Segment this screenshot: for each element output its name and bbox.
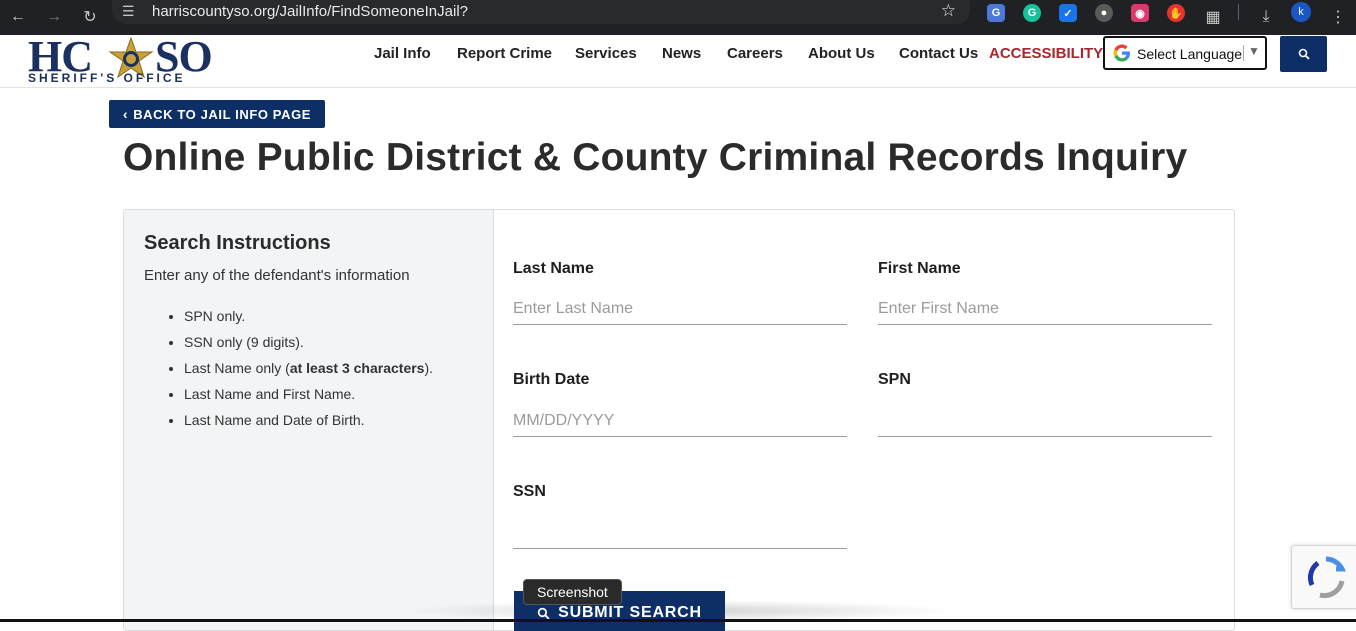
site-search-button[interactable] <box>1280 36 1327 72</box>
instructions-intro: Enter any of the defendant's information <box>144 267 410 284</box>
back-button-label: BACK TO JAIL INFO PAGE <box>133 106 312 122</box>
search-instructions-panel: Search Instructions Enter any of the def… <box>124 210 494 630</box>
extensions-puzzle-icon[interactable]: ▦ <box>1199 3 1227 31</box>
grammarly-extension-icon[interactable]: G <box>1023 4 1041 22</box>
ssn-label: SSN <box>513 483 546 500</box>
instruction-text: SPN only. <box>184 308 246 324</box>
instructions-list: SPN only. SSN only (9 digits). Last Name… <box>144 306 433 436</box>
language-select-label: Select Language <box>1137 46 1243 62</box>
instruction-emphasis: at least 3 characters <box>289 360 425 376</box>
instruction-text: Last Name and First Name. <box>184 386 356 402</box>
nav-contact-us[interactable]: Contact Us <box>899 45 978 62</box>
back-to-jail-info-button[interactable]: ‹ BACK TO JAIL INFO PAGE <box>109 100 325 128</box>
last-name-input[interactable] <box>513 294 847 325</box>
google-g-icon <box>1113 44 1130 62</box>
nav-services[interactable]: Services <box>575 45 637 62</box>
nav-jail-info[interactable]: Jail Info <box>374 45 431 62</box>
language-select-divider <box>1243 45 1244 61</box>
forward-arrow-icon[interactable]: → <box>40 3 68 31</box>
site-header: HC SO SHERIFF'S OFFICE Jail Info Report … <box>0 32 1356 88</box>
translate-extension-icon[interactable]: G <box>987 4 1005 22</box>
stop-extension-icon[interactable]: ✋ <box>1167 4 1185 22</box>
reload-icon[interactable]: ↻ <box>76 3 104 31</box>
instruction-text: Last Name only ( <box>184 360 290 376</box>
menu-kebab-icon[interactable]: ⋮ <box>1324 3 1352 31</box>
page-title: Online Public District & County Criminal… <box>123 136 1188 179</box>
list-item: Last Name and First Name. <box>184 384 433 410</box>
logo-subtitle: SHERIFF'S OFFICE <box>28 71 186 85</box>
profile-avatar[interactable]: k <box>1291 2 1311 22</box>
instruction-text: ). <box>424 360 434 376</box>
recaptcha-badge[interactable] <box>1291 545 1356 609</box>
first-name-label: First Name <box>878 260 961 277</box>
instruction-text: SSN only (9 digits). <box>184 334 304 350</box>
screenshot-tooltip: Screenshot <box>523 579 622 605</box>
recaptcha-icon <box>1307 556 1347 598</box>
bookmark-star-icon[interactable]: ☆ <box>941 1 956 21</box>
nav-accessibility[interactable]: ACCESSIBILITY <box>989 45 1103 62</box>
nav-about-us[interactable]: About Us <box>808 45 875 62</box>
spn-label: SPN <box>878 371 911 388</box>
chevron-left-icon: ‹ <box>122 106 129 122</box>
site-settings-icon[interactable]: ☰ <box>122 3 135 20</box>
toolbar-divider <box>1238 4 1239 20</box>
list-item: SPN only. <box>184 306 433 332</box>
list-item: Last Name only (at least 3 characters). <box>184 358 433 384</box>
instruction-text: Last Name and Date of Birth. <box>184 412 365 428</box>
back-arrow-icon[interactable]: ← <box>4 3 32 31</box>
birth-date-input[interactable] <box>513 406 847 437</box>
language-select[interactable]: Select Language ▼ <box>1103 36 1267 70</box>
nav-careers[interactable]: Careers <box>727 45 783 62</box>
list-item: Last Name and Date of Birth. <box>184 410 433 436</box>
hcso-logo[interactable]: HC SO SHERIFF'S OFFICE <box>28 32 224 85</box>
checkmark-extension-icon[interactable]: ✓ <box>1059 4 1077 22</box>
download-icon[interactable]: ⤓ <box>1252 3 1280 31</box>
instructions-heading: Search Instructions <box>144 232 331 254</box>
search-icon <box>1298 48 1310 60</box>
nav-news[interactable]: News <box>662 45 701 62</box>
url-text: harriscountyso.org/JailInfo/FindSomeoneI… <box>152 3 469 20</box>
ssn-input[interactable] <box>513 518 847 549</box>
last-name-label: Last Name <box>513 260 594 277</box>
hand-extension-icon[interactable]: ● <box>1095 4 1113 22</box>
list-item: SSN only (9 digits). <box>184 332 433 358</box>
camera-extension-icon[interactable]: ◉ <box>1131 4 1149 22</box>
birth-date-label: Birth Date <box>513 371 590 388</box>
browser-toolbar: ← → ↻ ☰ harriscountyso.org/JailInfo/Find… <box>0 0 1356 35</box>
dropdown-arrow-icon: ▼ <box>1248 44 1260 58</box>
nav-report-crime[interactable]: Report Crime <box>457 45 552 62</box>
spn-input[interactable] <box>878 406 1212 437</box>
first-name-input[interactable] <box>878 294 1212 325</box>
address-bar[interactable]: ☰ harriscountyso.org/JailInfo/FindSomeon… <box>112 0 970 24</box>
